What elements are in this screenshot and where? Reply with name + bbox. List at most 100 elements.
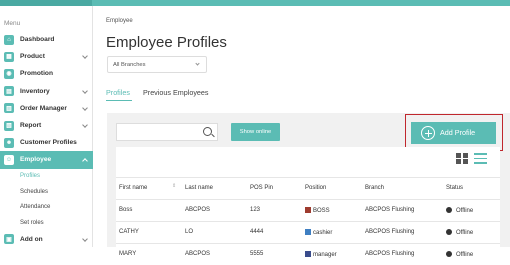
status-dot-icon <box>446 229 452 235</box>
product-icon: ▦ <box>4 51 14 62</box>
cell-branch: ABCPOS Flushing <box>365 251 415 257</box>
sidebar-item-inventory[interactable]: ▤ Inventory <box>0 83 93 100</box>
sidebar-item-label: Employee <box>20 156 52 164</box>
chevron-down-icon <box>82 122 88 128</box>
sidebar-nav: ⌂ Dashboard ▦ Product ◉ Promotion ▤ Inve… <box>0 31 93 248</box>
main-content: Employee Employee Profiles All Branches … <box>93 6 510 258</box>
sidebar-subitem-set-roles[interactable]: Set roles <box>0 215 93 231</box>
cell-last-name: ABCPOS <box>185 207 211 213</box>
sidebar-item-label: Inventory <box>20 87 50 95</box>
sidebar-item-report[interactable]: ▧ Report <box>0 117 93 134</box>
cell-pos-pin: 5555 <box>250 251 264 257</box>
cell-status: Offline <box>446 229 473 236</box>
branch-select[interactable]: All Branches <box>107 56 207 73</box>
cell-branch: ABCPOS Flushing <box>365 207 415 213</box>
active-tab-indicator <box>106 100 132 102</box>
cell-position-label: BOSS <box>313 208 330 214</box>
column-header-pos-pin[interactable]: POS Pin <box>250 185 273 191</box>
tab-profiles[interactable]: Profiles <box>106 88 130 97</box>
menu-label: Menu <box>4 20 21 27</box>
sidebar-item-label: Order Manager <box>20 104 67 112</box>
cell-position-label: manager <box>313 252 337 258</box>
cell-position-label: cashier <box>313 230 333 236</box>
sidebar-item-employee[interactable]: ☺ Employee <box>0 151 93 169</box>
chevron-down-icon <box>82 236 88 242</box>
column-header-position[interactable]: Position <box>305 185 326 191</box>
sidebar-subitem-schedules[interactable]: Schedules <box>0 184 93 200</box>
grid-view-icon[interactable] <box>456 153 468 164</box>
column-header-last-name[interactable]: Last name <box>185 185 213 191</box>
report-icon: ▧ <box>4 120 14 131</box>
cell-last-name: ABCPOS <box>185 251 211 257</box>
cell-status: Offline <box>446 251 473 258</box>
table-row[interactable]: Boss ABCPOS 123 BOSS ABCPOS Flushing Off… <box>116 199 500 221</box>
chevron-down-icon <box>82 104 88 111</box>
sidebar-subitem-attendance[interactable]: Attendance <box>0 200 93 216</box>
sidebar-item-order-manager[interactable]: ▥ Order Manager <box>0 100 93 117</box>
promotion-icon: ◉ <box>4 68 14 79</box>
search-icon[interactable] <box>203 127 212 136</box>
cell-last-name: LO <box>185 229 194 235</box>
cell-branch: ABCPOS Flushing <box>365 229 415 235</box>
position-color-swatch <box>305 207 311 213</box>
add-profile-label: Add Profile <box>440 128 476 137</box>
search-input[interactable] <box>116 123 218 141</box>
cell-position: BOSS <box>305 207 330 214</box>
sidebar-item-dashboard[interactable]: ⌂ Dashboard <box>0 31 93 48</box>
chevron-down-icon <box>82 87 88 94</box>
table-row[interactable]: CATHY LO 4444 cashier ABCPOS Flushing Of… <box>116 221 500 243</box>
sidebar-item-add-on[interactable]: ▣ Add on <box>0 231 93 248</box>
add-profile-button[interactable]: Add Profile <box>411 122 496 144</box>
order-manager-icon: ▥ <box>4 103 14 114</box>
status-dot-icon <box>446 207 452 213</box>
tab-previous-employees[interactable]: Previous Employees <box>143 88 209 97</box>
sidebar-item-customer-profiles[interactable]: ☻ Customer Profiles <box>0 134 93 151</box>
list-view-icon[interactable] <box>474 153 487 164</box>
column-header-branch[interactable]: Branch <box>365 185 384 191</box>
chevron-down-icon <box>195 61 200 66</box>
sidebar-item-label: Customer Profiles <box>20 139 77 147</box>
employee-table: First name ⇕ Last name POS Pin Position … <box>116 147 500 258</box>
cell-position: cashier <box>305 229 332 236</box>
sidebar-item-label: Report <box>20 122 42 130</box>
branch-select-value: All Branches <box>113 62 146 68</box>
cell-status-label: Offline <box>456 208 474 214</box>
cell-position: manager <box>305 251 337 258</box>
customer-profiles-icon: ☻ <box>4 137 14 148</box>
cell-first-name: MARY <box>119 251 137 257</box>
column-header-status[interactable]: Status <box>446 185 463 191</box>
inventory-icon: ▤ <box>4 86 14 97</box>
page-title: Employee Profiles <box>106 34 227 51</box>
cell-pos-pin: 4444 <box>250 229 264 235</box>
show-online-button[interactable]: Show online <box>231 123 280 141</box>
sidebar-item-label: Add on <box>20 235 43 243</box>
column-header-first-name[interactable]: First name <box>119 185 147 191</box>
chevron-down-icon <box>82 53 88 60</box>
dashboard-icon: ⌂ <box>4 34 14 45</box>
add-on-icon: ▣ <box>4 234 14 245</box>
sidebar-subitem-profiles[interactable]: Profiles <box>0 169 93 185</box>
sidebar-item-label: Product <box>20 53 45 61</box>
cell-status-label: Offline <box>456 252 474 258</box>
sidebar-item-product[interactable]: ▦ Product <box>0 48 93 65</box>
profiles-panel: Show online Add Profile First name ⇕ Las… <box>107 113 510 258</box>
cell-status: Offline <box>446 207 473 214</box>
status-dot-icon <box>446 251 452 257</box>
cell-first-name: CATHY <box>119 229 139 235</box>
sidebar-item-label: Dashboard <box>20 36 55 44</box>
position-color-swatch <box>305 229 311 235</box>
employee-icon: ☺ <box>4 154 14 165</box>
position-color-swatch <box>305 251 311 257</box>
sidebar-item-promotion[interactable]: ◉ Promotion <box>0 65 93 82</box>
sort-icon[interactable]: ⇕ <box>172 183 176 189</box>
table-row[interactable]: MARY ABCPOS 5555 manager ABCPOS Flushing… <box>116 243 500 265</box>
breadcrumb[interactable]: Employee <box>106 18 133 24</box>
sidebar: Menu ⌂ Dashboard ▦ Product ◉ Promotion ▤… <box>0 6 93 247</box>
cell-first-name: Boss <box>119 207 133 213</box>
table-header-row: First name ⇕ Last name POS Pin Position … <box>116 177 500 199</box>
chevron-up-icon <box>82 158 88 165</box>
cell-pos-pin: 123 <box>250 207 261 213</box>
sidebar-item-label: Promotion <box>20 70 53 78</box>
plus-circle-icon <box>421 126 435 140</box>
cell-status-label: Offline <box>456 230 474 236</box>
